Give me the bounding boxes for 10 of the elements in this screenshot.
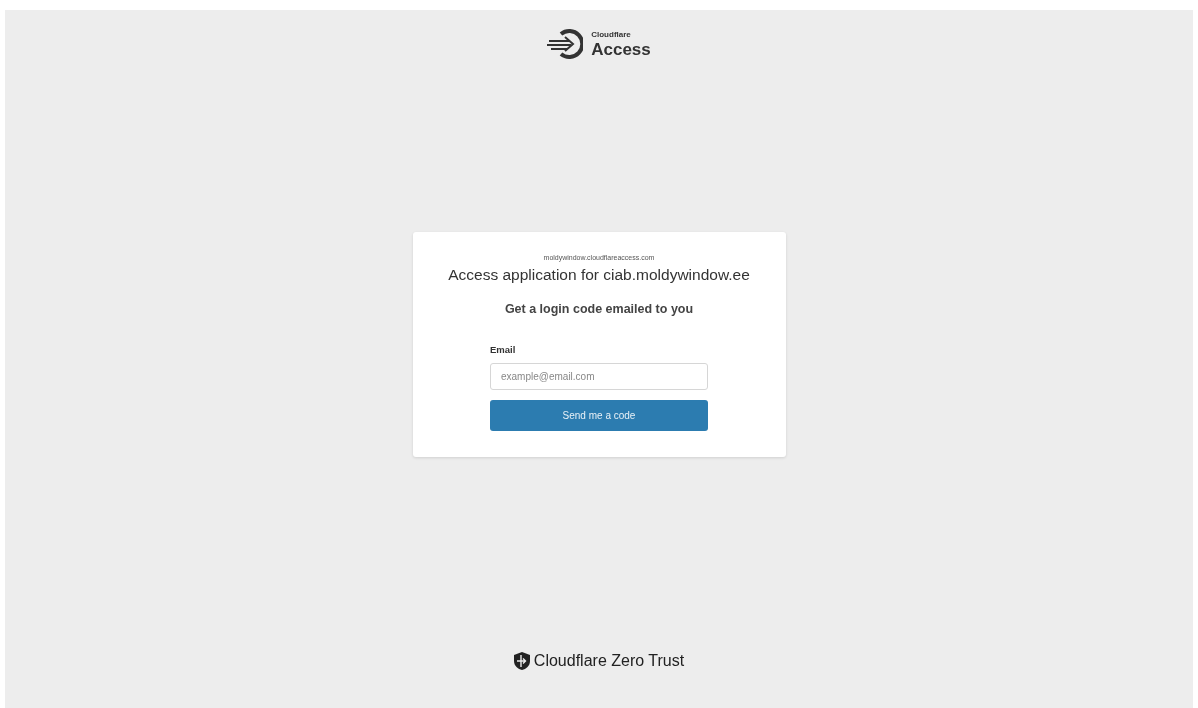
- brand-subtitle: Cloudflare: [591, 30, 632, 39]
- footer-brand: Cloudflare Zero Trust: [533, 652, 685, 670]
- shield-icon: [513, 652, 530, 670]
- access-logo-icon: [547, 28, 584, 60]
- send-code-button[interactable]: Send me a code: [490, 400, 708, 431]
- card-subtitle: Get a login code emailed to you: [504, 302, 694, 316]
- email-label: Email: [490, 344, 516, 355]
- email-field[interactable]: example@email.com: [490, 363, 708, 390]
- card-title: Access application for ciab.moldywindow.ee: [448, 266, 750, 284]
- brand-title: Access: [591, 40, 651, 58]
